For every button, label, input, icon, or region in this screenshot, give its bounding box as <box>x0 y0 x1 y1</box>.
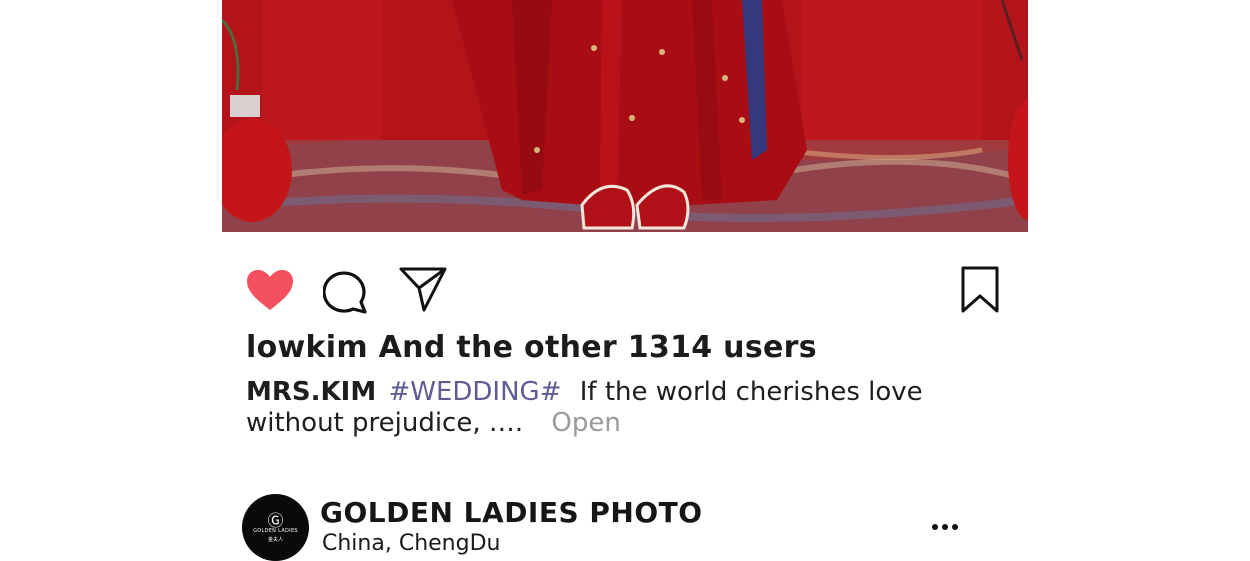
caption-open-link[interactable]: Open <box>551 408 620 438</box>
heart-icon <box>247 270 293 310</box>
post-caption: MRS.KIM #WEDDING# If the world cherishes… <box>246 377 946 439</box>
more-dots-icon <box>942 524 948 530</box>
caption-author[interactable]: MRS.KIM <box>246 377 376 407</box>
avatar-brand-text: GOLDEN LADIES <box>253 528 298 534</box>
caption-hashtag[interactable]: #WEDDING# <box>388 377 561 407</box>
account-name[interactable]: GOLDEN LADIES PHOTO <box>320 496 703 529</box>
more-dots-icon <box>952 524 958 530</box>
post-photo[interactable] <box>222 0 1028 232</box>
account-avatar[interactable]: Ⓖ GOLDEN LADIES 金夫人 <box>242 494 309 561</box>
account-location[interactable]: China, ChengDu <box>322 531 500 556</box>
more-dots-icon <box>932 524 938 530</box>
comment-bubble-icon <box>322 271 367 314</box>
caption-ellipsis: …. <box>488 408 524 438</box>
like-button[interactable] <box>245 268 295 312</box>
avatar-brand-text-cn: 金夫人 <box>267 537 283 543</box>
save-button[interactable] <box>960 266 1000 314</box>
share-button[interactable] <box>398 266 448 312</box>
paper-plane-icon <box>399 267 447 312</box>
more-options-button[interactable] <box>930 518 960 536</box>
likes-summary[interactable]: lowkim And the other 1314 users <box>246 330 817 365</box>
photo-scene <box>222 0 1028 232</box>
comment-button[interactable] <box>322 268 369 314</box>
bookmark-icon <box>961 266 999 313</box>
